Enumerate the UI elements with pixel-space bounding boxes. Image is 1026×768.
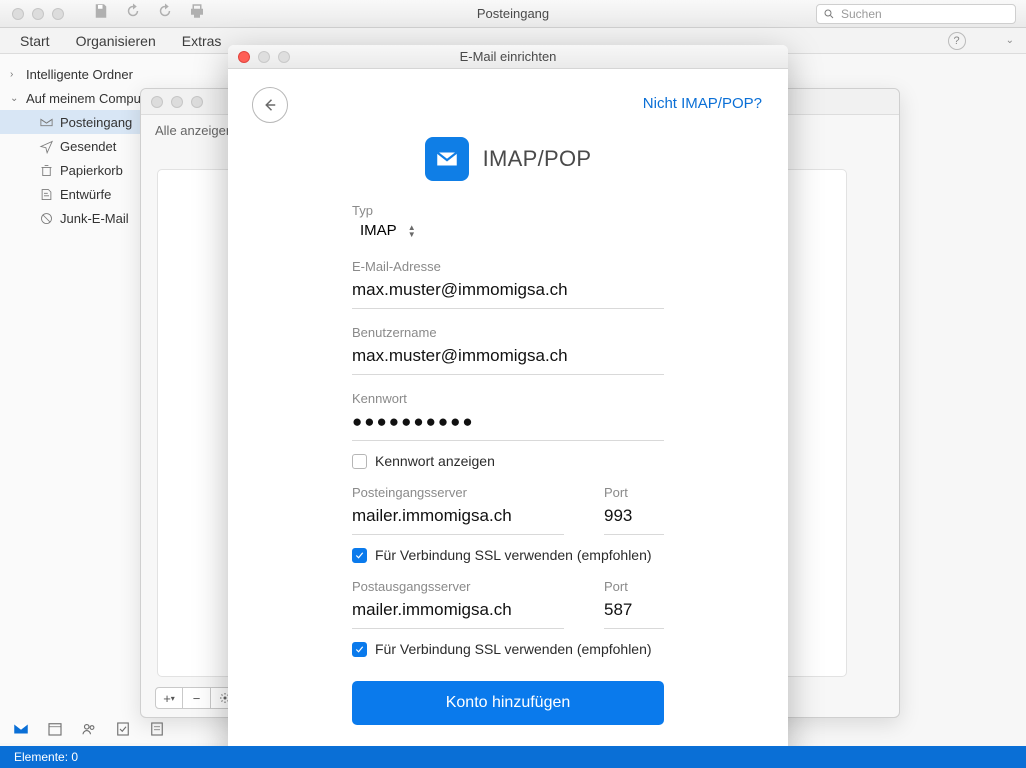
toolbar-icons: [64, 2, 206, 25]
tree-label: Papierkorb: [60, 163, 123, 178]
show-password-label: Kennwort anzeigen: [375, 453, 495, 469]
help-icon[interactable]: ?: [948, 32, 966, 50]
search-input[interactable]: Suchen: [816, 4, 1016, 24]
junk-icon: [38, 210, 54, 226]
dialog-titlebar: E-Mail einrichten: [228, 45, 788, 69]
password-label: Kennwort: [352, 391, 664, 406]
people-tab[interactable]: [80, 720, 98, 743]
outgoing-server-field[interactable]: mailer.immomigsa.ch: [352, 600, 512, 619]
chevron-down-icon: ⌄: [10, 93, 20, 104]
list-controls: +▾ −: [155, 687, 239, 709]
port-label-2: Port: [604, 579, 664, 594]
minimize-icon: [258, 51, 270, 63]
trash-icon: [38, 162, 54, 178]
inbox-icon: [38, 114, 54, 130]
tab-extras[interactable]: Extras: [182, 33, 222, 49]
provider-brand: IMAP/POP: [256, 137, 760, 181]
calendar-tab[interactable]: [46, 720, 64, 743]
outgoing-ssl-label: Für Verbindung SSL verwenden (empfohlen): [375, 641, 652, 657]
tree-label: Gesendet: [60, 139, 116, 154]
minimize-icon[interactable]: [32, 8, 44, 20]
notes-tab[interactable]: [148, 720, 166, 743]
add-account-button[interactable]: Konto hinzufügen: [352, 681, 664, 725]
tab-organize[interactable]: Organisieren: [76, 33, 156, 49]
email-field[interactable]: max.muster@immomigsa.ch: [352, 280, 568, 300]
tasks-tab[interactable]: [114, 720, 132, 743]
redo-icon[interactable]: [156, 2, 174, 25]
show-password-row[interactable]: Kennwort anzeigen: [352, 453, 664, 469]
nav-tabs: [12, 720, 166, 743]
outgoing-port-field[interactable]: 587: [604, 600, 632, 619]
tree-label: Intelligente Ordner: [26, 67, 133, 82]
arrow-left-icon: [261, 96, 279, 114]
checkbox-checked-icon[interactable]: [352, 548, 367, 563]
username-label: Benutzername: [352, 325, 664, 340]
close-icon[interactable]: [238, 51, 250, 63]
checkbox-unchecked-icon[interactable]: [352, 454, 367, 469]
incoming-ssl-label: Für Verbindung SSL verwenden (empfohlen): [375, 547, 652, 563]
dialog-title: E-Mail einrichten: [460, 49, 557, 64]
sent-icon: [38, 138, 54, 154]
close-icon[interactable]: [12, 8, 24, 20]
zoom-icon[interactable]: [52, 8, 64, 20]
incoming-server-field[interactable]: mailer.immomigsa.ch: [352, 506, 512, 525]
tab-start[interactable]: Start: [20, 33, 50, 49]
add-button[interactable]: +▾: [155, 687, 183, 709]
incoming-ssl-row[interactable]: Für Verbindung SSL verwenden (empfohlen): [352, 547, 664, 563]
port-label: Port: [604, 485, 664, 500]
status-bar: Elemente: 0: [0, 746, 1026, 768]
zoom-icon[interactable]: [191, 96, 203, 108]
back-button[interactable]: [252, 87, 288, 123]
type-label: Typ: [352, 203, 664, 218]
email-label: E-Mail-Adresse: [352, 259, 664, 274]
mail-icon: [425, 137, 469, 181]
zoom-icon: [278, 51, 290, 63]
incoming-server-label: Posteingangsserver: [352, 485, 564, 500]
titlebar: Posteingang Suchen: [0, 0, 1026, 28]
tree-smart-folders[interactable]: › Intelligente Ordner: [0, 62, 231, 86]
collapse-ribbon-icon[interactable]: ⌄: [1006, 35, 1014, 46]
type-value: IMAP: [360, 222, 397, 239]
minimize-icon[interactable]: [171, 96, 183, 108]
tree-label: Junk-E-Mail: [60, 211, 129, 226]
type-select[interactable]: IMAP ▲▼: [352, 218, 664, 243]
email-setup-dialog: E-Mail einrichten Nicht IMAP/POP? IMAP/P…: [228, 45, 788, 765]
status-text: Elemente: 0: [14, 750, 78, 764]
mail-tab[interactable]: [12, 720, 30, 743]
incoming-port-field[interactable]: 993: [604, 506, 632, 525]
stepper-icon: ▲▼: [405, 224, 419, 238]
username-field[interactable]: max.muster@immomigsa.ch: [352, 346, 568, 366]
chevron-right-icon: ›: [10, 69, 20, 80]
remove-button[interactable]: −: [183, 687, 211, 709]
print-icon[interactable]: [188, 2, 206, 25]
search-icon: [823, 8, 835, 20]
tree-label: Entwürfe: [60, 187, 111, 202]
drafts-icon: [38, 186, 54, 202]
not-imap-link[interactable]: Nicht IMAP/POP?: [643, 95, 762, 112]
tree-label: Posteingang: [60, 115, 132, 130]
outgoing-ssl-row[interactable]: Für Verbindung SSL verwenden (empfohlen): [352, 641, 664, 657]
save-icon[interactable]: [92, 2, 110, 25]
close-icon[interactable]: [151, 96, 163, 108]
outgoing-server-label: Postausgangsserver: [352, 579, 564, 594]
provider-name: IMAP/POP: [483, 146, 592, 172]
window-title: Posteingang: [477, 6, 549, 21]
window-controls[interactable]: [0, 8, 64, 20]
checkbox-checked-icon[interactable]: [352, 642, 367, 657]
setup-form: Typ IMAP ▲▼ E-Mail-Adresse max.muster@im…: [352, 203, 664, 765]
search-placeholder: Suchen: [841, 7, 882, 21]
app-window: Posteingang Suchen Start Organisieren Ex…: [0, 0, 1026, 768]
password-field[interactable]: ●●●●●●●●●●: [352, 412, 475, 432]
tree-label: Auf meinem Computer: [26, 91, 156, 106]
undo-icon[interactable]: [124, 2, 142, 25]
